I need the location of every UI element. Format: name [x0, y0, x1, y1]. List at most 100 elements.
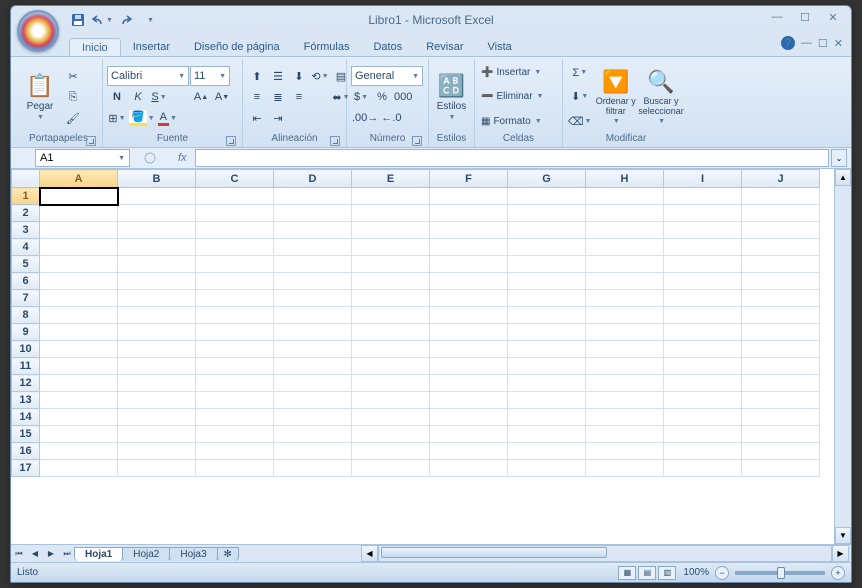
row-header-10[interactable]: 10 — [12, 341, 40, 358]
cell-A7[interactable] — [40, 290, 118, 307]
cell-C1[interactable] — [196, 188, 274, 205]
cell-C12[interactable] — [196, 375, 274, 392]
cell-J16[interactable] — [742, 443, 820, 460]
cell-A16[interactable] — [40, 443, 118, 460]
row-header-3[interactable]: 3 — [12, 222, 40, 239]
number-format-combo[interactable]: General▼ — [351, 66, 423, 86]
cell-I4[interactable] — [664, 239, 742, 256]
cell-H14[interactable] — [586, 409, 664, 426]
zoom-in[interactable]: + — [831, 566, 845, 580]
sheet-tab-hoja2[interactable]: Hoja2 — [122, 547, 170, 561]
cell-E5[interactable] — [352, 256, 430, 273]
sort-filter-button[interactable]: 🔽 Ordenar y filtrar▼ — [595, 61, 638, 133]
sheet-tab-hoja1[interactable]: Hoja1 — [74, 547, 123, 561]
cell-B4[interactable] — [118, 239, 196, 256]
cell-C2[interactable] — [196, 205, 274, 222]
cell-B3[interactable] — [118, 222, 196, 239]
cell-C15[interactable] — [196, 426, 274, 443]
cell-A12[interactable] — [40, 375, 118, 392]
cell-J1[interactable] — [742, 188, 820, 205]
cell-F1[interactable] — [430, 188, 508, 205]
cell-F4[interactable] — [430, 239, 508, 256]
fill-color-button[interactable]: 🪣▼ — [128, 108, 156, 128]
cell-C13[interactable] — [196, 392, 274, 409]
font-size-combo[interactable]: 11▼ — [190, 66, 230, 86]
delete-cells-button[interactable]: ➖Eliminar▼ — [479, 87, 558, 107]
cell-F3[interactable] — [430, 222, 508, 239]
cell-C17[interactable] — [196, 460, 274, 477]
cell-E4[interactable] — [352, 239, 430, 256]
cell-J8[interactable] — [742, 307, 820, 324]
zoom-slider[interactable] — [735, 571, 825, 575]
cell-H11[interactable] — [586, 358, 664, 375]
grid[interactable]: ABCDEFGHIJ1234567891011121314151617 — [11, 169, 834, 544]
cell-J9[interactable] — [742, 324, 820, 341]
cell-B9[interactable] — [118, 324, 196, 341]
cell-A1[interactable] — [40, 188, 118, 205]
cell-G10[interactable] — [508, 341, 586, 358]
align-top[interactable]: ⬆ — [247, 66, 267, 86]
format-cells-button[interactable]: ▦Formato▼ — [479, 111, 558, 131]
cell-I3[interactable] — [664, 222, 742, 239]
cell-B5[interactable] — [118, 256, 196, 273]
undo-button[interactable]: ▼ — [91, 9, 113, 31]
last-sheet[interactable]: ⏭ — [59, 546, 75, 562]
tab-insertar[interactable]: Insertar — [121, 38, 182, 56]
col-header-B[interactable]: B — [118, 170, 196, 188]
cell-B13[interactable] — [118, 392, 196, 409]
cell-B14[interactable] — [118, 409, 196, 426]
cell-F17[interactable] — [430, 460, 508, 477]
cell-F11[interactable] — [430, 358, 508, 375]
zoom-out[interactable]: − — [715, 566, 729, 580]
cell-B7[interactable] — [118, 290, 196, 307]
row-header-15[interactable]: 15 — [12, 426, 40, 443]
row-header-16[interactable]: 16 — [12, 443, 40, 460]
col-header-A[interactable]: A — [40, 170, 118, 188]
insert-cells-button[interactable]: ➕Insertar▼ — [479, 63, 558, 83]
row-header-5[interactable]: 5 — [12, 256, 40, 273]
row-header-7[interactable]: 7 — [12, 290, 40, 307]
redo-button[interactable] — [115, 9, 137, 31]
cell-H4[interactable] — [586, 239, 664, 256]
cell-I9[interactable] — [664, 324, 742, 341]
shrink-font-button[interactable]: A▼ — [212, 87, 232, 107]
cell-G8[interactable] — [508, 307, 586, 324]
cell-B11[interactable] — [118, 358, 196, 375]
cell-B16[interactable] — [118, 443, 196, 460]
cell-G4[interactable] — [508, 239, 586, 256]
cell-F7[interactable] — [430, 290, 508, 307]
cell-G11[interactable] — [508, 358, 586, 375]
cell-F12[interactable] — [430, 375, 508, 392]
normal-view[interactable]: ▦ — [618, 566, 636, 580]
cell-H7[interactable] — [586, 290, 664, 307]
cell-B10[interactable] — [118, 341, 196, 358]
new-sheet-button[interactable]: ✻ — [217, 547, 239, 561]
cell-A9[interactable] — [40, 324, 118, 341]
col-header-J[interactable]: J — [742, 170, 820, 188]
scroll-up[interactable]: ▲ — [835, 169, 851, 186]
align-middle[interactable]: ☰ — [268, 66, 288, 86]
cell-G5[interactable] — [508, 256, 586, 273]
align-dialog[interactable] — [330, 136, 340, 146]
cell-F5[interactable] — [430, 256, 508, 273]
cell-D14[interactable] — [274, 409, 352, 426]
col-header-F[interactable]: F — [430, 170, 508, 188]
fill-button[interactable]: ⬇▼ — [567, 87, 593, 107]
cell-H3[interactable] — [586, 222, 664, 239]
cell-E16[interactable] — [352, 443, 430, 460]
cell-G17[interactable] — [508, 460, 586, 477]
row-header-13[interactable]: 13 — [12, 392, 40, 409]
sheet-tab-hoja3[interactable]: Hoja3 — [169, 547, 217, 561]
cell-C14[interactable] — [196, 409, 274, 426]
col-header-C[interactable]: C — [196, 170, 274, 188]
cell-E14[interactable] — [352, 409, 430, 426]
cell-D11[interactable] — [274, 358, 352, 375]
cell-A17[interactable] — [40, 460, 118, 477]
prev-sheet[interactable]: ◀ — [27, 546, 43, 562]
cell-E11[interactable] — [352, 358, 430, 375]
cell-D2[interactable] — [274, 205, 352, 222]
cell-D3[interactable] — [274, 222, 352, 239]
cell-G2[interactable] — [508, 205, 586, 222]
cell-I17[interactable] — [664, 460, 742, 477]
cell-F8[interactable] — [430, 307, 508, 324]
